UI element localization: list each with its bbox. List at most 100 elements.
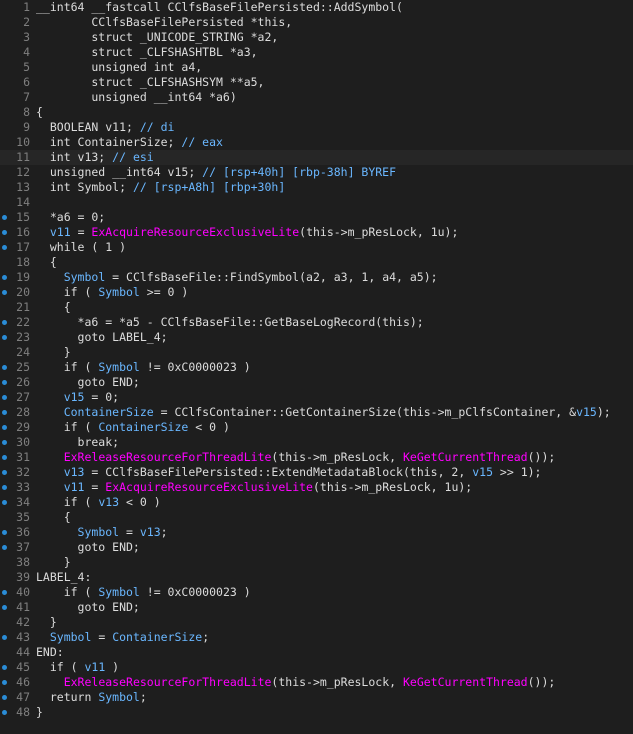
- code-token[interactable]: Symbol: [98, 360, 140, 374]
- breakpoint-dot-icon[interactable]: [2, 545, 7, 550]
- code-line[interactable]: 23 goto LABEL_4;: [0, 330, 633, 345]
- code-token[interactable]: v13: [98, 495, 119, 509]
- code-line[interactable]: 36 Symbol = v13;: [0, 525, 633, 540]
- code-token[interactable]: Symbol: [98, 690, 140, 704]
- code-token[interactable]: v13: [140, 525, 161, 539]
- breakpoint-dot-icon[interactable]: [2, 680, 7, 685]
- breakpoint-dot-icon[interactable]: [2, 365, 7, 370]
- code-line[interactable]: 16 v11 = ExAcquireResourceExclusiveLite(…: [0, 225, 633, 240]
- breakpoint-dot-icon[interactable]: [2, 500, 7, 505]
- code-token[interactable]: Symbol: [78, 525, 120, 539]
- code-line[interactable]: 15 *a6 = 0;: [0, 210, 633, 225]
- code-token[interactable]: ExAcquireResourceExclusiveLite: [91, 225, 299, 239]
- code-line[interactable]: 7 unsigned __int64 *a6): [0, 90, 633, 105]
- code-line[interactable]: 41 goto END;: [0, 600, 633, 615]
- breakpoint-dot-icon[interactable]: [2, 665, 7, 670]
- code-token[interactable]: v15: [472, 465, 493, 479]
- code-line[interactable]: 44 END:: [0, 645, 633, 660]
- breakpoint-dot-icon[interactable]: [2, 470, 7, 475]
- code-line[interactable]: 11 int v13; // esi: [0, 150, 633, 165]
- breakpoint-dot-icon[interactable]: [2, 230, 7, 235]
- code-line[interactable]: 32 v13 = CClfsBaseFilePersisted::ExtendM…: [0, 465, 633, 480]
- pseudocode-editor[interactable]: 1 __int64 __fastcall CClfsBaseFilePersist…: [0, 0, 633, 734]
- breakpoint-dot-icon[interactable]: [2, 320, 7, 325]
- code-line[interactable]: 26 goto END;: [0, 375, 633, 390]
- code-token[interactable]: Symbol: [64, 270, 106, 284]
- code-line[interactable]: 34 if ( v13 < 0 ): [0, 495, 633, 510]
- code-line[interactable]: 3 struct _UNICODE_STRING *a2,: [0, 30, 633, 45]
- code-line[interactable]: 5 unsigned int a4,: [0, 60, 633, 75]
- code-line[interactable]: 37 goto END;: [0, 540, 633, 555]
- code-line[interactable]: 31 ExReleaseResourceForThreadLite(this->…: [0, 450, 633, 465]
- code-line[interactable]: 4 struct _CLFSHASHTBL *a3,: [0, 45, 633, 60]
- code-line[interactable]: 2 CClfsBaseFilePersisted *this,: [0, 15, 633, 30]
- code-line[interactable]: 48}: [0, 705, 633, 720]
- code-line[interactable]: 12 unsigned __int64 v15; // [rsp+40h] [r…: [0, 165, 633, 180]
- breakpoint-dot-icon[interactable]: [2, 605, 7, 610]
- code-token[interactable]: v15: [64, 390, 85, 404]
- code-token[interactable]: Symbol: [98, 585, 140, 599]
- code-token[interactable]: v13: [64, 465, 85, 479]
- breakpoint-dot-icon[interactable]: [2, 215, 7, 220]
- breakpoint-dot-icon[interactable]: [2, 410, 7, 415]
- code-line[interactable]: 40 if ( Symbol != 0xC0000023 ): [0, 585, 633, 600]
- breakpoint-dot-icon[interactable]: [2, 275, 7, 280]
- code-token[interactable]: ExReleaseResourceForThreadLite: [64, 450, 272, 464]
- code-token[interactable]: KeGetCurrentThread: [403, 450, 528, 464]
- code-line[interactable]: 9 BOOLEAN v11; // di: [0, 120, 633, 135]
- code-line[interactable]: 46 ExReleaseResourceForThreadLite(this->…: [0, 675, 633, 690]
- code-line[interactable]: 42 }: [0, 615, 633, 630]
- breakpoint-dot-icon[interactable]: [2, 695, 7, 700]
- breakpoint-dot-icon[interactable]: [2, 590, 7, 595]
- code-line[interactable]: 38 }: [0, 555, 633, 570]
- code-line[interactable]: 24 }: [0, 345, 633, 360]
- code-token[interactable]: ContainerSize: [98, 420, 188, 434]
- code-line[interactable]: 13 int Symbol; // [rsp+A8h] [rbp+30h]: [0, 180, 633, 195]
- breakpoint-dot-icon[interactable]: [2, 455, 7, 460]
- code-line[interactable]: 8{: [0, 105, 633, 120]
- code-line[interactable]: 28 ContainerSize = CClfsContainer::GetCo…: [0, 405, 633, 420]
- breakpoint-dot-icon[interactable]: [2, 485, 7, 490]
- code-line[interactable]: 30 break;: [0, 435, 633, 450]
- code-token[interactable]: Symbol: [50, 630, 92, 644]
- breakpoint-dot-icon[interactable]: [2, 245, 7, 250]
- code-line[interactable]: 27 v15 = 0;: [0, 390, 633, 405]
- code-line[interactable]: 33 v11 = ExAcquireResourceExclusiveLite(…: [0, 480, 633, 495]
- code-line[interactable]: 35 {: [0, 510, 633, 525]
- code-line[interactable]: 20 if ( Symbol >= 0 ): [0, 285, 633, 300]
- code-token[interactable]: ExAcquireResourceExclusiveLite: [105, 480, 313, 494]
- breakpoint-dot-icon[interactable]: [2, 440, 7, 445]
- code-token[interactable]: ExReleaseResourceForThreadLite: [64, 675, 272, 689]
- code-line[interactable]: 14: [0, 195, 633, 210]
- code-token[interactable]: v11: [84, 660, 105, 674]
- code-line[interactable]: 18 {: [0, 255, 633, 270]
- code-line[interactable]: 45 if ( v11 ): [0, 660, 633, 675]
- code-line[interactable]: 43 Symbol = ContainerSize;: [0, 630, 633, 645]
- code-line[interactable]: 10 int ContainerSize; // eax: [0, 135, 633, 150]
- code-line[interactable]: 47 return Symbol;: [0, 690, 633, 705]
- code-line[interactable]: 1 __int64 __fastcall CClfsBaseFilePersist…: [0, 0, 633, 15]
- breakpoint-dot-icon[interactable]: [2, 635, 7, 640]
- code-token[interactable]: ContainerSize: [64, 405, 154, 419]
- breakpoint-dot-icon[interactable]: [2, 290, 7, 295]
- code-line[interactable]: 22 *a6 = *a5 - CClfsBaseFile::GetBaseLog…: [0, 315, 633, 330]
- breakpoint-dot-icon[interactable]: [2, 395, 7, 400]
- code-token[interactable]: v15: [576, 405, 597, 419]
- code-line[interactable]: 17 while ( 1 ): [0, 240, 633, 255]
- breakpoint-dot-icon[interactable]: [2, 380, 7, 385]
- code-line[interactable]: 6 struct _CLFSHASHSYM **a5,: [0, 75, 633, 90]
- code-line[interactable]: 29 if ( ContainerSize < 0 ): [0, 420, 633, 435]
- code-token[interactable]: KeGetCurrentThread: [403, 675, 528, 689]
- code-line[interactable]: 19 Symbol = CClfsBaseFile::FindSymbol(a2…: [0, 270, 633, 285]
- code-token[interactable]: v11: [50, 225, 71, 239]
- breakpoint-dot-icon[interactable]: [2, 530, 7, 535]
- breakpoint-dot-icon[interactable]: [2, 710, 7, 715]
- code-line[interactable]: 21 {: [0, 300, 633, 315]
- code-token[interactable]: Symbol: [98, 285, 140, 299]
- code-line[interactable]: 39 LABEL_4:: [0, 570, 633, 585]
- breakpoint-dot-icon[interactable]: [2, 335, 7, 340]
- code-token[interactable]: ContainerSize: [112, 630, 202, 644]
- breakpoint-dot-icon[interactable]: [2, 425, 7, 430]
- code-token[interactable]: v11: [64, 480, 85, 494]
- code-line[interactable]: 25 if ( Symbol != 0xC0000023 ): [0, 360, 633, 375]
